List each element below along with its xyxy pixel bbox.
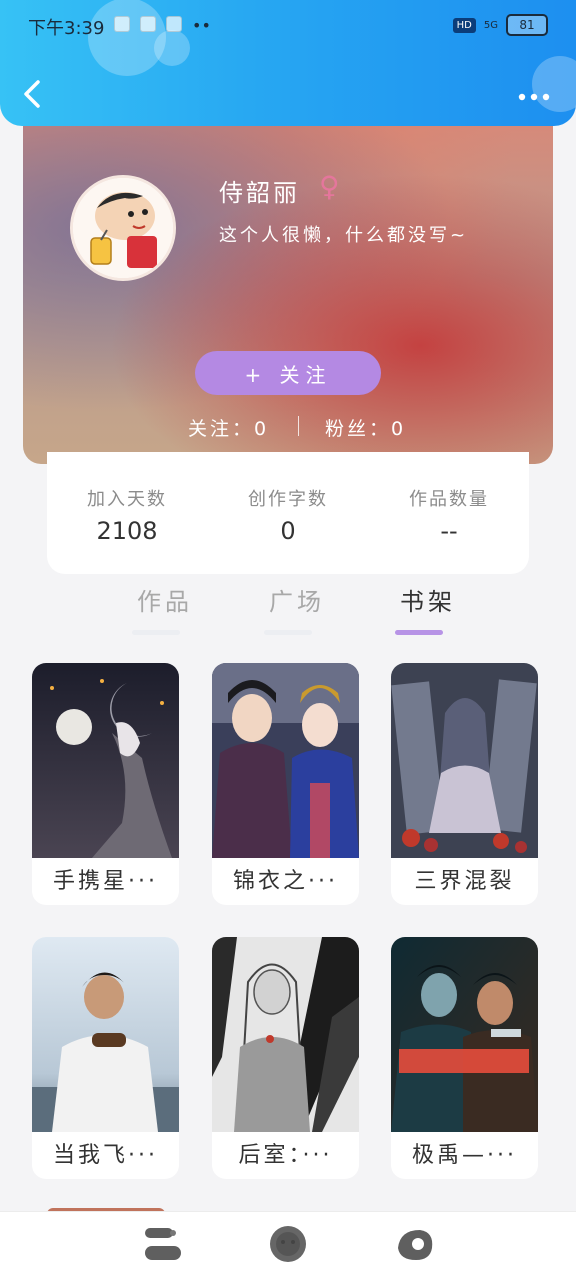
user-bio: 这个人很懒，什么都没写~	[219, 225, 469, 246]
chevron-left-icon	[24, 80, 40, 108]
notification-icon	[140, 16, 156, 32]
stat-word-count: 创作字数 0	[208, 485, 368, 545]
tab-indicator	[132, 630, 180, 635]
back-button[interactable]	[20, 76, 48, 112]
more-button[interactable]	[518, 78, 550, 108]
stat-value: 0	[280, 517, 296, 545]
book-card[interactable]: 当我飞···	[32, 937, 179, 1179]
follow-stats: 关注：0 粉丝：0	[23, 414, 553, 442]
book-title: 锦衣之···	[233, 869, 338, 894]
book-cover	[32, 663, 179, 858]
tab-label: 作品	[137, 588, 193, 616]
book-cover	[32, 937, 179, 1132]
nav-home[interactable]	[265, 1224, 311, 1264]
battery-icon: 81	[506, 14, 548, 36]
stat-value: 2108	[96, 517, 158, 545]
tab-square[interactable]: 广场	[262, 582, 332, 635]
user-stats-card: 加入天数 2108 创作字数 0 作品数量 --	[47, 452, 529, 574]
signal-icon: 5G	[483, 19, 498, 31]
tab-label: 书架	[400, 588, 456, 616]
profile-card: 侍韶丽 ♀ 这个人很懒，什么都没写~ + 关注 关注：0 粉丝：0	[23, 126, 553, 464]
more-notifications-icon: ••	[192, 16, 211, 35]
book-cover	[212, 663, 359, 858]
stat-join-days: 加入天数 2108	[47, 485, 207, 545]
avatar-image	[73, 178, 173, 278]
status-bar: 下午3:39 •• HD 5G 81	[28, 14, 548, 39]
tab-works[interactable]: 作品	[130, 582, 200, 635]
book-title: 后室：···	[238, 1143, 333, 1168]
notification-icon	[166, 16, 182, 32]
profile-tabs: 作品 广场 书架	[0, 582, 576, 642]
tab-indicator	[264, 630, 312, 635]
stat-label: 创作字数	[248, 489, 328, 510]
book-title: 极禹—···	[412, 1143, 517, 1168]
book-title: 当我飞···	[53, 1143, 158, 1168]
book-card[interactable]: 极禹—···	[391, 937, 538, 1179]
following-count[interactable]: 关注：0	[188, 414, 269, 441]
book-cover	[212, 937, 359, 1132]
tab-label: 广场	[269, 588, 325, 616]
stat-label: 加入天数	[87, 489, 167, 510]
profile-nav-icon	[398, 1230, 433, 1260]
status-time: 下午3:39	[28, 18, 105, 39]
bookshelf-nav-icon	[145, 1228, 181, 1260]
book-card[interactable]: 锦衣之···	[212, 663, 359, 905]
nav-bookshelf[interactable]	[141, 1224, 187, 1264]
hd-icon: HD	[452, 17, 476, 33]
user-name: 侍韶丽	[219, 179, 300, 207]
book-cover	[391, 663, 538, 858]
divider	[298, 416, 299, 436]
more-dots-icon	[518, 93, 550, 101]
home-nav-icon	[270, 1226, 306, 1262]
stat-label: 作品数量	[409, 489, 489, 510]
tab-bookshelf[interactable]: 书架	[393, 582, 463, 635]
tab-indicator	[395, 630, 443, 635]
notification-icons: ••	[114, 16, 211, 35]
book-card[interactable]: 三界混裂	[391, 663, 538, 905]
book-title: 三界混裂	[414, 869, 515, 894]
nav-profile[interactable]	[390, 1224, 436, 1264]
female-gender-icon: ♀	[319, 170, 340, 203]
notification-icon	[114, 16, 130, 32]
follow-button[interactable]: + 关注	[195, 351, 381, 395]
book-title: 手携星···	[53, 869, 158, 894]
avatar[interactable]	[70, 175, 176, 281]
book-card[interactable]: 后室：···	[212, 937, 359, 1179]
book-card[interactable]: 手携星···	[32, 663, 179, 905]
book-cover	[391, 937, 538, 1132]
status-right: HD 5G 81	[452, 14, 548, 36]
stat-works-count: 作品数量 --	[369, 485, 529, 545]
stat-value: --	[440, 517, 458, 545]
bottom-navigation	[0, 1211, 576, 1281]
top-header: 下午3:39 •• HD 5G 81	[0, 0, 576, 126]
fans-count[interactable]: 粉丝：0	[325, 414, 406, 441]
